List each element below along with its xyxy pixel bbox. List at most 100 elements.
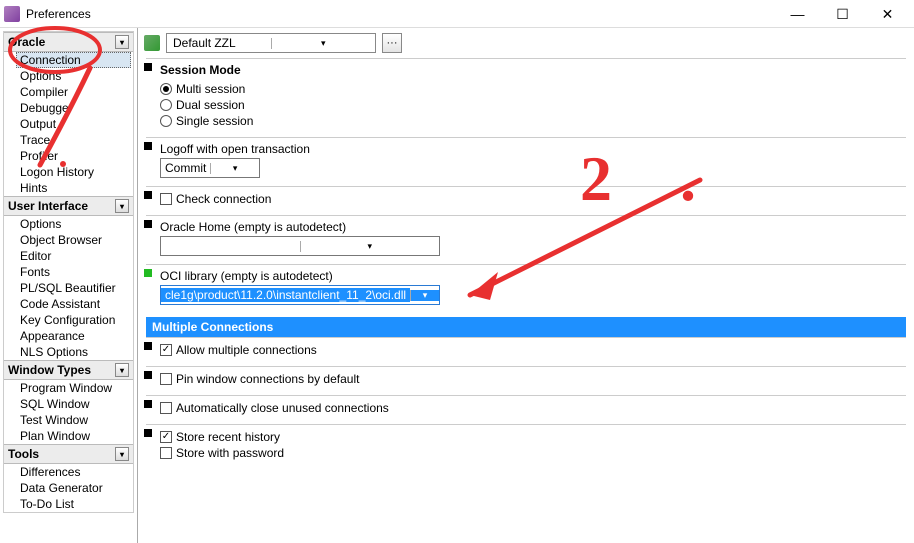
sidebar-item-nls-options[interactable]: NLS Options xyxy=(4,344,133,360)
sidebar-item-trace[interactable]: Trace xyxy=(4,132,133,148)
sidebar-item-program-window[interactable]: Program Window xyxy=(4,380,133,396)
sidebar-item-todo-list[interactable]: To-Do List xyxy=(4,496,133,512)
sidebar-item-editor[interactable]: Editor xyxy=(4,248,133,264)
category-oracle[interactable]: Oracle ▾ xyxy=(4,32,133,52)
category-label: Window Types xyxy=(8,363,91,377)
checkbox-icon xyxy=(160,447,172,459)
chevron-down-icon[interactable]: ▾ xyxy=(115,35,129,49)
sidebar-item-code-assistant[interactable]: Code Assistant xyxy=(4,296,133,312)
check-auto-close[interactable]: Automatically close unused connections xyxy=(146,400,906,416)
category-label: User Interface xyxy=(8,199,88,213)
chevron-down-icon[interactable]: ▾ xyxy=(115,447,129,461)
radio-label: Dual session xyxy=(176,98,245,112)
oracle-home-label: Oracle Home (empty is autodetect) xyxy=(146,220,906,234)
chevron-down-icon[interactable]: ▾ xyxy=(410,290,439,301)
radio-icon xyxy=(160,99,172,111)
profile-toolbar: Default ZZL ▾ ··· xyxy=(138,28,914,58)
sidebar-item-profiler[interactable]: Profiler xyxy=(4,148,133,164)
logoff-value: Commit xyxy=(161,161,210,175)
session-mode-title: Session Mode xyxy=(146,63,906,77)
radio-dual-session[interactable]: Dual session xyxy=(146,97,906,113)
sidebar-item-fonts[interactable]: Fonts xyxy=(4,264,133,280)
section-check-connection: Check connection xyxy=(146,186,906,215)
profile-value: Default ZZL xyxy=(167,36,271,50)
section-history: Store recent history Store with password xyxy=(146,424,906,469)
drag-handle-icon[interactable] xyxy=(144,191,152,199)
checkbox-label: Store recent history xyxy=(176,430,280,444)
category-window-types[interactable]: Window Types ▾ xyxy=(4,360,133,380)
checkbox-icon xyxy=(160,402,172,414)
sidebar-item-key-config[interactable]: Key Configuration xyxy=(4,312,133,328)
drag-handle-icon[interactable] xyxy=(144,142,152,150)
sidebar-item-debugger[interactable]: Debugger xyxy=(4,100,133,116)
drag-handle-icon[interactable] xyxy=(144,220,152,228)
sidebar-item-logon-history[interactable]: Logon History xyxy=(4,164,133,180)
drag-handle-icon[interactable] xyxy=(144,371,152,379)
sidebar-item-options[interactable]: Options xyxy=(4,68,133,84)
sidebar-item-connection[interactable]: Connection xyxy=(16,52,131,68)
oci-select[interactable]: cle1g\product\11.2.0\instantclient_11_2\… xyxy=(160,285,440,305)
titlebar: Preferences — ☐ ✕ xyxy=(0,0,914,28)
minimize-button[interactable]: — xyxy=(775,2,820,26)
sidebar-item-appearance[interactable]: Appearance xyxy=(4,328,133,344)
multiple-connections-header: Multiple Connections xyxy=(146,317,906,337)
oci-label: OCI library (empty is autodetect) xyxy=(146,269,906,283)
profile-selector[interactable]: Default ZZL ▾ xyxy=(166,33,376,53)
radio-label: Multi session xyxy=(176,82,245,96)
sidebar-item-hints[interactable]: Hints xyxy=(4,180,133,196)
sidebar-item-test-window[interactable]: Test Window xyxy=(4,412,133,428)
checkbox-label: Automatically close unused connections xyxy=(176,401,389,415)
checkbox-icon xyxy=(160,373,172,385)
check-pin-connections[interactable]: Pin window connections by default xyxy=(146,371,906,387)
sidebar-item-differences[interactable]: Differences xyxy=(4,464,133,480)
radio-label: Single session xyxy=(176,114,253,128)
checkbox-icon xyxy=(160,193,172,205)
drag-handle-icon[interactable] xyxy=(144,429,152,437)
close-button[interactable]: ✕ xyxy=(865,2,910,26)
section-pin: Pin window connections by default xyxy=(146,366,906,395)
drag-handle-icon[interactable] xyxy=(144,342,152,350)
section-oci-library: OCI library (empty is autodetect) cle1g\… xyxy=(146,264,906,313)
checkbox-label: Check connection xyxy=(176,192,271,206)
sidebar-item-output[interactable]: Output xyxy=(4,116,133,132)
sidebar-item-sql-window[interactable]: SQL Window xyxy=(4,396,133,412)
chevron-down-icon[interactable]: ▾ xyxy=(300,241,440,252)
logoff-select[interactable]: Commit ▾ xyxy=(160,158,260,178)
drag-handle-icon[interactable] xyxy=(144,269,152,277)
sidebar-item-data-generator[interactable]: Data Generator xyxy=(4,480,133,496)
chevron-down-icon[interactable]: ▾ xyxy=(271,38,376,49)
check-connection[interactable]: Check connection xyxy=(146,191,906,207)
sidebar-item-plsql-beautifier[interactable]: PL/SQL Beautifier xyxy=(4,280,133,296)
chevron-down-icon[interactable]: ▾ xyxy=(115,199,129,213)
maximize-button[interactable]: ☐ xyxy=(820,2,865,26)
sidebar[interactable]: Oracle ▾ Connection Options Compiler Deb… xyxy=(0,28,138,543)
category-label: Oracle xyxy=(8,35,45,49)
sidebar-item-compiler[interactable]: Compiler xyxy=(4,84,133,100)
chevron-down-icon[interactable]: ▾ xyxy=(115,363,129,377)
oracle-home-select[interactable]: ▾ xyxy=(160,236,440,256)
category-label: Tools xyxy=(8,447,39,461)
category-user-interface[interactable]: User Interface ▾ xyxy=(4,196,133,216)
section-allow-multi: Allow multiple connections xyxy=(146,337,906,366)
check-store-history[interactable]: Store recent history xyxy=(146,429,906,445)
section-auto-close: Automatically close unused connections xyxy=(146,395,906,424)
profile-icon xyxy=(144,35,160,51)
category-tools[interactable]: Tools ▾ xyxy=(4,444,133,464)
sidebar-item-ui-options[interactable]: Options xyxy=(4,216,133,232)
drag-handle-icon[interactable] xyxy=(144,63,152,71)
checkbox-icon xyxy=(160,431,172,443)
chevron-down-icon[interactable]: ▾ xyxy=(210,163,259,174)
check-store-password[interactable]: Store with password xyxy=(146,445,906,461)
check-allow-multiple[interactable]: Allow multiple connections xyxy=(146,342,906,358)
profile-more-button[interactable]: ··· xyxy=(382,33,402,53)
drag-handle-icon[interactable] xyxy=(144,400,152,408)
sidebar-item-object-browser[interactable]: Object Browser xyxy=(4,232,133,248)
radio-icon xyxy=(160,115,172,127)
radio-icon xyxy=(160,83,172,95)
checkbox-label: Pin window connections by default xyxy=(176,372,359,386)
radio-multi-session[interactable]: Multi session xyxy=(146,81,906,97)
sidebar-item-plan-window[interactable]: Plan Window xyxy=(4,428,133,444)
app-icon xyxy=(4,6,20,22)
section-logoff: Logoff with open transaction Commit ▾ xyxy=(146,137,906,186)
radio-single-session[interactable]: Single session xyxy=(146,113,906,129)
